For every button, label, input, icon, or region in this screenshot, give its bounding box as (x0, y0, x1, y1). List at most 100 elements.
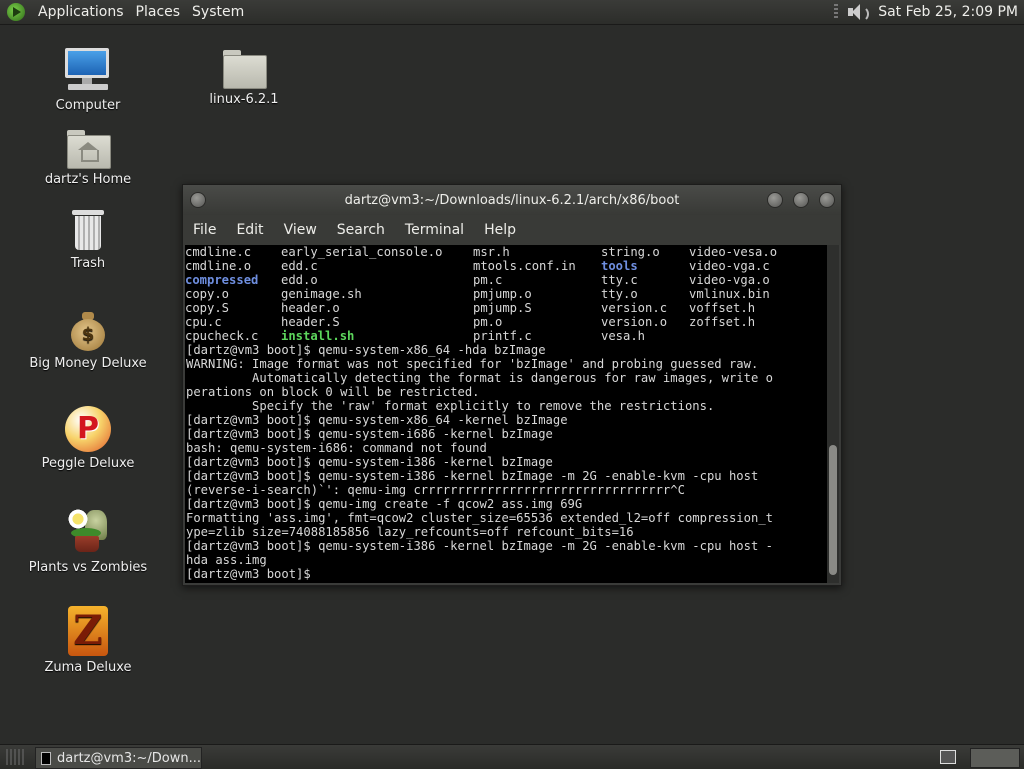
ls-entry: install.sh (281, 329, 355, 343)
ls-entry: video-vga.c (689, 259, 770, 273)
desktop-icon-label: Big Money Deluxe (29, 356, 147, 371)
menu-file[interactable]: File (183, 222, 226, 238)
desktop-icon-label: Trash (70, 256, 106, 271)
minimize-icon[interactable] (767, 192, 783, 208)
ls-entry: msr.h (473, 245, 510, 259)
terminal-line: bash: qemu-system-i686: command not foun… (186, 441, 487, 455)
menu-help[interactable]: Help (474, 222, 526, 238)
desktop-icon-peggle[interactable]: P Peggle Deluxe (18, 406, 158, 471)
ls-entry: pm.c (473, 273, 503, 287)
show-desktop-icon[interactable] (940, 750, 956, 764)
peggle-icon: P (65, 406, 111, 452)
top-panel: Applications Places System Sat Feb 25, 2… (0, 0, 1024, 25)
menu-applications[interactable]: Applications (32, 4, 130, 20)
menu-system[interactable]: System (186, 4, 250, 20)
menu-terminal[interactable]: Terminal (395, 222, 474, 238)
ls-entry: early_serial_console.o (281, 245, 443, 259)
desktop-icon-linux-folder[interactable]: linux-6.2.1 (174, 48, 314, 107)
workspace-switcher[interactable] (970, 748, 1020, 768)
ls-entry: tty.o (601, 287, 638, 301)
menu-search[interactable]: Search (327, 222, 395, 238)
ls-entry: pm.o (473, 315, 503, 329)
ls-entry: cpucheck.c (185, 329, 259, 343)
menu-view[interactable]: View (274, 222, 327, 238)
desktop-icon-computer[interactable]: Computer (18, 46, 158, 113)
ls-entry: cmdline.c (185, 245, 252, 259)
ls-entry: version.c (601, 301, 668, 315)
ls-entry: copy.o (185, 287, 230, 301)
desktop-icon-plants-vs-zombies[interactable]: Plants vs Zombies (18, 506, 158, 575)
ls-entry: cpu.c (185, 315, 222, 329)
panel-grip[interactable] (834, 4, 839, 20)
terminal-line: hda ass.img (186, 553, 267, 567)
ls-entry: voffset.h (689, 301, 756, 315)
panel-grip[interactable] (6, 749, 24, 765)
window-title: dartz@vm3:~/Downloads/linux-6.2.1/arch/x… (344, 193, 680, 208)
desktop-icon-zuma[interactable]: Z Zuma Deluxe (18, 606, 158, 675)
ls-entry: header.S (281, 315, 340, 329)
terminal-output[interactable]: cmdline.c early_serial_console.o msr.h stri… (185, 245, 827, 583)
ls-entry: edd.o (281, 273, 318, 287)
ls-entry: mtools.conf.in (473, 259, 576, 273)
terminal-line: WARNING: Image format was not specified … (186, 357, 759, 371)
ls-entry: edd.c (281, 259, 318, 273)
ls-entry: tools (601, 259, 638, 273)
terminal-line: perations on block 0 will be restricted. (186, 385, 480, 399)
desktop-icon-label: Peggle Deluxe (41, 456, 135, 471)
ls-entry: header.o (281, 301, 340, 315)
terminal-line: [dartz@vm3 boot]$ qemu-system-x86_64 -hd… (186, 343, 546, 357)
ls-entry (689, 329, 827, 343)
terminal-lines: [dartz@vm3 boot]$ qemu-system-x86_64 -hd… (185, 343, 827, 581)
volume-icon[interactable] (846, 2, 870, 22)
plants-vs-zombies-icon (65, 506, 111, 556)
terminal-line: [dartz@vm3 boot]$ qemu-system-i686 -kern… (186, 427, 553, 441)
clock[interactable]: Sat Feb 25, 2:09 PM (878, 4, 1018, 20)
money-bag-icon: $ (68, 310, 108, 352)
ls-entry: zoffset.h (689, 315, 756, 329)
trash-icon (70, 208, 106, 252)
desktop-icon-big-money[interactable]: $ Big Money Deluxe (18, 310, 158, 371)
terminal-scrollbar[interactable] (827, 245, 839, 583)
close-icon[interactable] (819, 192, 835, 208)
ls-entry: cmdline.o (185, 259, 252, 273)
ls-entry: compressed (185, 273, 259, 287)
ls-entry: vesa.h (601, 329, 646, 343)
distro-logo-icon[interactable] (7, 3, 25, 21)
terminal-window[interactable]: dartz@vm3:~/Downloads/linux-6.2.1/arch/x… (182, 184, 842, 586)
desktop-icon-label: Zuma Deluxe (44, 660, 132, 675)
window-titlebar[interactable]: dartz@vm3:~/Downloads/linux-6.2.1/arch/x… (183, 185, 841, 215)
terminal-line: Formatting 'ass.img', fmt=qcow2 cluster_… (186, 511, 773, 525)
ls-entry: video-vga.o (689, 273, 770, 287)
ls-entry: vmlinux.bin (689, 287, 770, 301)
menu-edit[interactable]: Edit (226, 222, 273, 238)
ls-entry: copy.S (185, 301, 230, 315)
terminal-line: [dartz@vm3 boot]$ qemu-system-x86_64 -ke… (186, 413, 568, 427)
menu-places[interactable]: Places (130, 4, 187, 20)
task-label: dartz@vm3:~/Down... (57, 750, 201, 766)
ls-entry: string.o (601, 245, 660, 259)
terminal-line: Automatically detecting the format is da… (186, 371, 773, 385)
desktop-icon-home[interactable]: dartz's Home (18, 128, 158, 187)
desktop-icon-label: linux-6.2.1 (209, 92, 279, 107)
desktop-icon-label: Plants vs Zombies (28, 560, 148, 575)
maximize-icon[interactable] (793, 192, 809, 208)
ls-listing: cmdline.c early_serial_console.o msr.h stri… (185, 245, 827, 343)
terminal-line: Specify the 'raw' format explicitly to r… (186, 399, 715, 413)
computer-icon (64, 46, 112, 94)
ls-entry: tty.c (601, 273, 638, 287)
scrollbar-thumb[interactable] (829, 445, 837, 575)
terminal-line: [dartz@vm3 boot]$ qemu-system-i386 -kern… (186, 469, 759, 483)
folder-icon (221, 48, 267, 89)
ls-entry: pmjump.o (473, 287, 532, 301)
ls-entry: genimage.sh (281, 287, 362, 301)
ls-entry: printf.c (473, 329, 532, 343)
taskbar-terminal-button[interactable]: dartz@vm3:~/Down... (35, 747, 202, 769)
ls-entry: video-vesa.o (689, 245, 778, 259)
terminal-line: [dartz@vm3 boot]$ (186, 567, 319, 581)
terminal-line: [dartz@vm3 boot]$ qemu-system-i386 -kern… (186, 455, 553, 469)
terminal-menubar: File Edit View Search Terminal Help (183, 215, 841, 245)
terminal-line: [dartz@vm3 boot]$ qemu-img create -f qco… (186, 497, 583, 511)
home-folder-icon (65, 128, 111, 169)
terminal-icon (41, 751, 51, 765)
desktop-icon-trash[interactable]: Trash (18, 208, 158, 271)
